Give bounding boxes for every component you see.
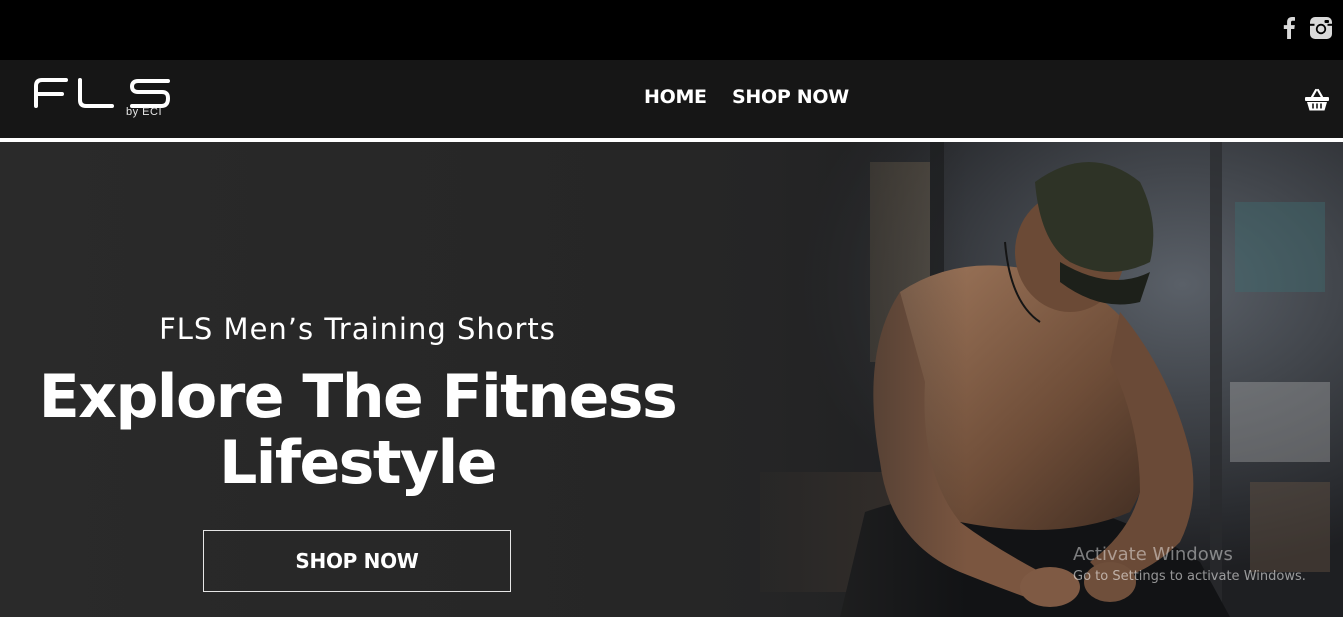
windows-activation-subtitle: Go to Settings to activate Windows. [1073,569,1306,584]
nav-shop-now[interactable]: SHOP NOW [732,86,849,114]
hero-banner: FLS Men’s Training Shorts Explore The Fi… [0,142,1343,617]
social-bar [0,0,1343,60]
nav-home[interactable]: HOME [644,86,707,114]
hero-subtitle: FLS Men’s Training Shorts [159,312,556,346]
logo-wordmark [34,78,171,108]
logo-subtitle: by ECI [126,106,163,118]
basket-icon[interactable] [1304,88,1330,112]
hero-headline-line-1: Explore The Fitness [38,362,678,432]
windows-activation-title: Activate Windows [1073,544,1233,565]
instagram-icon[interactable] [1310,16,1332,40]
facebook-icon[interactable] [1278,16,1300,40]
hero-headline-line-2: Lifestyle [219,428,497,498]
shop-now-button[interactable]: SHOP NOW [203,530,511,592]
hero-headline: Explore The Fitness Lifestyle [0,364,715,496]
